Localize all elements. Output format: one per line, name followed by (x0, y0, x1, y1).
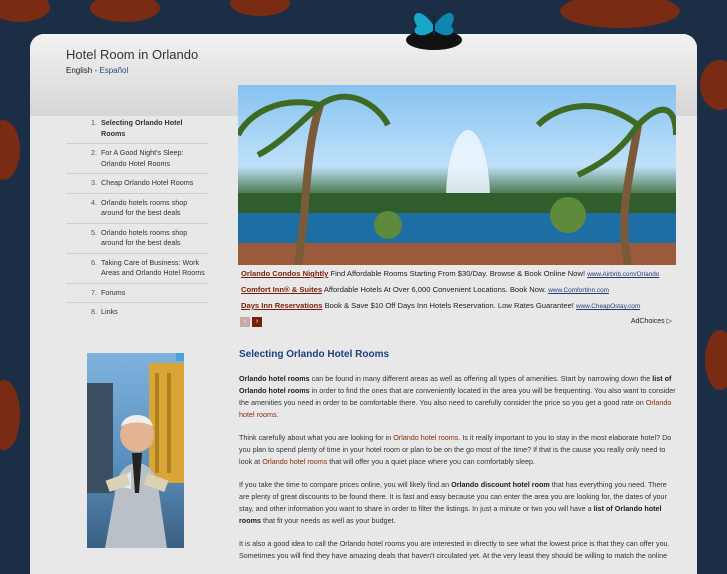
ad-listing: Comfort Inn® & Suites Affordable Hotels … (241, 285, 678, 296)
sidebar-item-label[interactable]: Orlando hotels rooms shop around for the… (101, 198, 208, 219)
post-paragraph: It is also a good idea to call the Orlan… (239, 538, 678, 562)
post-paragraph: If you take the time to compare prices o… (239, 479, 678, 527)
main-content: Orlando Condos Nightly Find Affordable R… (238, 85, 678, 573)
ad-next-button[interactable]: › (252, 317, 262, 327)
sidebar-item-good-night[interactable]: 2. For A Good Night's Sleep: Orlando Hote… (66, 144, 208, 174)
sidebar-ad-image[interactable] (87, 353, 184, 548)
item-number: 3. (91, 178, 97, 187)
post-text: that fit your needs as well as your budg… (260, 516, 396, 525)
post-paragraph: Think carefully about what you are looki… (239, 432, 678, 468)
ad-url-link[interactable]: www.Airbnb.com/Orlando (587, 271, 659, 278)
language-switcher: English - Español (66, 66, 128, 75)
ad-listing: Days Inn Reservations Book & Save $10 Of… (241, 301, 678, 312)
ad-navigation: ‹ › AdChoices ▷ (240, 317, 678, 329)
keyword-link[interactable]: Orlando hotel rooms (393, 433, 458, 442)
post-text: It is also a good idea to call the Orlan… (239, 539, 670, 560)
item-number: 5. (91, 227, 97, 237)
sidebar-item-selecting[interactable]: 1. Selecting Orlando Hotel Rooms (66, 114, 208, 144)
lang-english[interactable]: English (66, 66, 92, 75)
background-flower (0, 0, 50, 22)
ad-url-link[interactable]: www.CheapOstay.com (576, 303, 640, 310)
sidebar-item-shop-around-2[interactable]: 5. Orlando hotels rooms shop around for t… (66, 224, 208, 254)
sidebar-item-business[interactable]: 6. Taking Care of Business: Work Areas an… (66, 254, 208, 284)
lang-spanish-link[interactable]: Español (99, 66, 128, 75)
item-number: 8. (91, 307, 97, 316)
butterfly-logo-icon (406, 12, 462, 50)
ad-listing: Orlando Condos Nightly Find Affordable R… (241, 269, 678, 280)
sidebar-item-label[interactable]: Taking Care of Business: Work Areas and … (101, 258, 208, 279)
sidebar-item-label[interactable]: For A Good Night's Sleep: Orlando Hotel … (101, 148, 208, 169)
post-title[interactable]: Selecting Orlando Hotel Rooms (239, 349, 678, 360)
sidebar-item-label[interactable]: Links (101, 307, 208, 318)
sidebar-item-shop-around-1[interactable]: 4. Orlando hotels rooms shop around for t… (66, 194, 208, 224)
ad-prev-button[interactable]: ‹ (240, 317, 250, 327)
background-flower (230, 0, 290, 16)
ad-title-link[interactable]: Orlando Condos Nightly (241, 269, 328, 278)
item-number: 2. (91, 148, 97, 157)
post-text: can be found in many different areas as … (309, 374, 653, 383)
sidebar-item-cheap[interactable]: 3. Cheap Orlando Hotel Rooms (66, 174, 208, 194)
ad-text: Book & Save $10 Off Days Inn Hotels Rese… (322, 301, 577, 310)
ad-title-link[interactable]: Comfort Inn® & Suites (241, 285, 322, 294)
post-paragraph: Orlando hotel rooms can be found in many… (239, 373, 678, 421)
ad-choices-icon[interactable] (176, 353, 184, 361)
post-text: Think carefully about what you are looki… (239, 433, 394, 442)
fountain-scene (238, 93, 676, 265)
sidebar-item-label[interactable]: Forums (101, 288, 208, 299)
ad-url-link[interactable]: www.ComfortInn.com (548, 287, 609, 294)
adchoices-link[interactable]: AdChoices ▷ (631, 317, 672, 325)
header-photo (238, 85, 676, 265)
item-number: 7. (91, 287, 97, 297)
post-text: If you take the time to compare prices o… (239, 480, 452, 489)
background-flower (705, 330, 727, 390)
sidebar-nav: 1. Selecting Orlando Hotel Rooms 2. For A … (66, 114, 208, 322)
item-number: 6. (91, 257, 97, 267)
background-flower (0, 120, 20, 180)
keyword-bold: Orlando discount hotel room (451, 480, 550, 489)
background-flower (90, 0, 160, 22)
ad-text: Find Affordable Rooms Starting From $30/… (328, 269, 588, 278)
sidebar-item-forums[interactable]: 7. Forums (66, 284, 208, 303)
keyword-bold: Orlando hotel rooms (239, 374, 310, 383)
ad-text: Affordable Hotels At Over 6,000 Convenie… (322, 285, 549, 294)
sidebar-item-links[interactable]: 8. Links (66, 303, 208, 322)
background-flower (0, 380, 20, 450)
item-number: 4. (91, 197, 97, 207)
site-title[interactable]: Hotel Room in Orlando (66, 47, 198, 62)
post-text: that will offer you a quiet place where … (327, 457, 535, 466)
sidebar-item-label[interactable]: Selecting Orlando Hotel Rooms (101, 118, 208, 139)
ad-title-link[interactable]: Days Inn Reservations (241, 301, 322, 310)
background-flower (560, 0, 680, 28)
ad-illustration (87, 363, 184, 548)
background-flower (700, 60, 727, 110)
post-text: . (276, 410, 279, 419)
keyword-link[interactable]: Orlando hotel rooms (262, 457, 327, 466)
sidebar-item-label[interactable]: Cheap Orlando Hotel Rooms (101, 178, 208, 189)
sidebar-item-label[interactable]: Orlando hotels rooms shop around for the… (101, 228, 208, 249)
item-number: 1. (91, 118, 97, 127)
